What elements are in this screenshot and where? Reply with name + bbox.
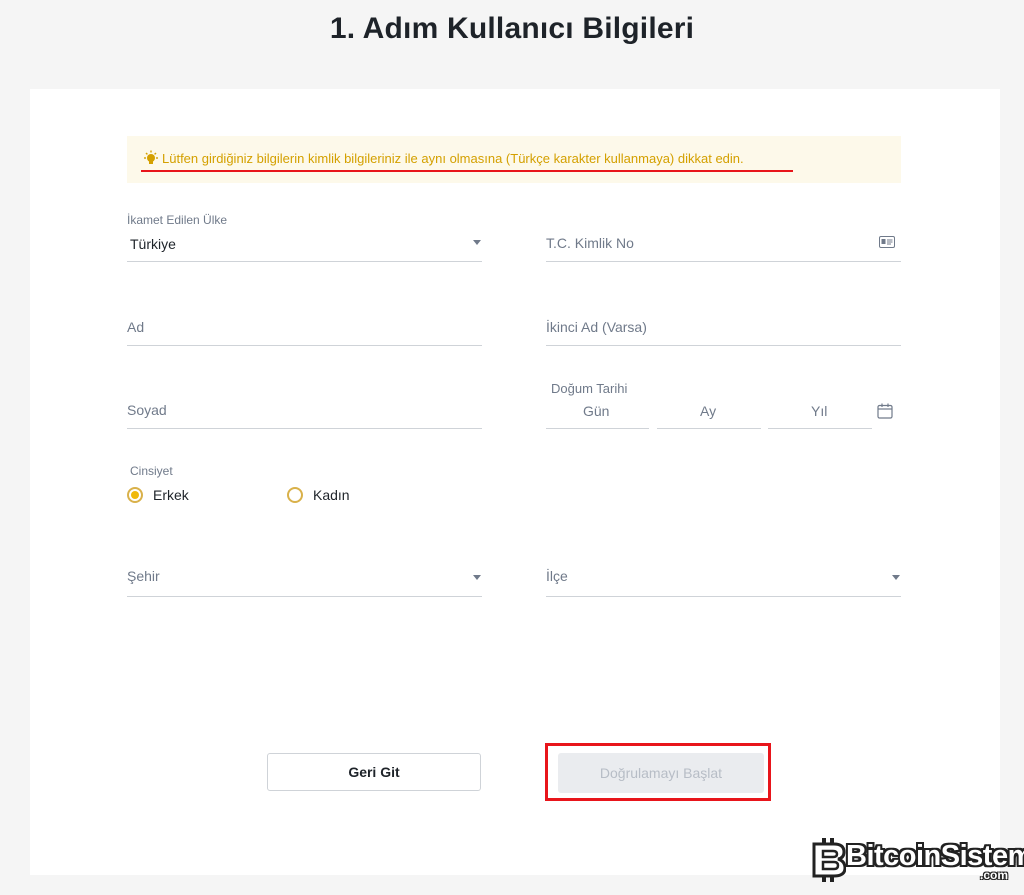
gender-female-label: Kadın bbox=[313, 487, 350, 503]
chevron-down-icon bbox=[892, 575, 900, 580]
last-name-input[interactable]: Soyad bbox=[127, 383, 482, 429]
middle-name-input[interactable]: İkinci Ad (Varsa) bbox=[546, 299, 901, 346]
radio-female[interactable] bbox=[287, 487, 303, 503]
last-name-placeholder: Soyad bbox=[127, 402, 167, 418]
city-select[interactable]: Şehir bbox=[127, 549, 482, 597]
back-button[interactable]: Geri Git bbox=[267, 753, 481, 791]
notice-text: Lütfen girdiğiniz bilgilerin kimlik bilg… bbox=[162, 151, 744, 166]
highlight-box bbox=[545, 743, 771, 801]
chevron-down-icon bbox=[473, 240, 481, 245]
highlight-underline bbox=[141, 170, 793, 172]
middle-name-placeholder: İkinci Ad (Varsa) bbox=[546, 319, 647, 335]
calendar-icon[interactable] bbox=[877, 403, 893, 419]
gender-label: Cinsiyet bbox=[130, 464, 173, 478]
watermark-suffix: .com bbox=[980, 868, 1009, 882]
gender-male-label: Erkek bbox=[153, 487, 189, 503]
gender-option-female[interactable]: Kadın bbox=[287, 486, 377, 506]
notice-banner: Lütfen girdiğiniz bilgilerin kimlik bilg… bbox=[127, 136, 901, 183]
chevron-down-icon bbox=[473, 575, 481, 580]
birth-day-placeholder: Gün bbox=[583, 403, 610, 419]
bitcoinsistemi-watermark: BitcoinSistemi .com bbox=[808, 836, 1024, 886]
country-label: İkamet Edilen Ülke bbox=[127, 213, 228, 227]
birth-year-input[interactable]: Yıl bbox=[768, 397, 872, 429]
first-name-input[interactable]: Ad bbox=[127, 299, 482, 346]
city-placeholder: Şehir bbox=[127, 568, 160, 584]
id-card-icon bbox=[879, 236, 895, 248]
tc-id-input[interactable]: T.C. Kimlik No bbox=[546, 209, 901, 262]
country-select[interactable]: İkamet Edilen Ülke Türkiye bbox=[127, 209, 482, 262]
district-placeholder: İlçe bbox=[546, 568, 568, 584]
birth-month-input[interactable]: Ay bbox=[657, 397, 761, 429]
country-value: Türkiye bbox=[130, 236, 176, 252]
radio-male[interactable] bbox=[127, 487, 143, 503]
bitcoin-logo-icon bbox=[812, 838, 846, 882]
gender-option-male[interactable]: Erkek bbox=[127, 486, 217, 506]
lightbulb-icon bbox=[144, 150, 158, 164]
district-select[interactable]: İlçe bbox=[546, 549, 901, 597]
tc-id-placeholder: T.C. Kimlik No bbox=[546, 235, 634, 251]
birth-year-placeholder: Yıl bbox=[811, 403, 828, 419]
birth-date-label: Doğum Tarihi bbox=[551, 381, 628, 396]
page-title: 1. Adım Kullanıcı Bilgileri bbox=[329, 12, 695, 45]
birth-month-placeholder: Ay bbox=[700, 403, 717, 419]
birth-day-input[interactable]: Gün bbox=[546, 397, 649, 429]
first-name-placeholder: Ad bbox=[127, 319, 145, 335]
form-card: Lütfen girdiğiniz bilgilerin kimlik bilg… bbox=[30, 89, 1000, 875]
